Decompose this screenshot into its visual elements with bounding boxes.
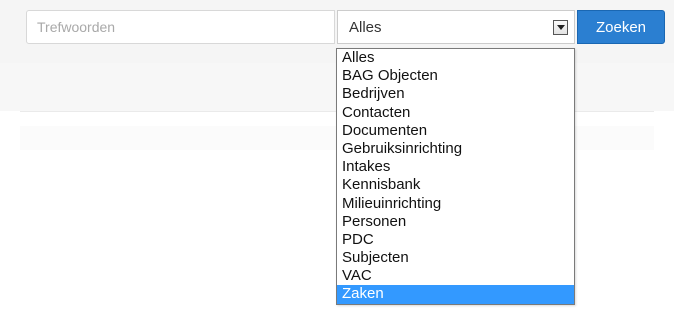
dropdown-option-bag-objecten[interactable]: BAG Objecten: [337, 67, 574, 85]
dropdown-option-subjecten[interactable]: Subjecten: [337, 249, 574, 267]
dropdown-option-alles[interactable]: Alles: [337, 49, 574, 67]
dropdown-option-pdc[interactable]: PDC: [337, 231, 574, 249]
category-dropdown-list: Alles BAG Objecten Bedrijven Contacten D…: [336, 48, 575, 305]
dropdown-option-vac[interactable]: VAC: [337, 267, 574, 285]
search-button[interactable]: Zoeken: [577, 10, 665, 44]
dropdown-option-documenten[interactable]: Documenten: [337, 122, 574, 140]
dropdown-option-gebruiksinrichting[interactable]: Gebruiksinrichting: [337, 140, 574, 158]
dropdown-option-bedrijven[interactable]: Bedrijven: [337, 85, 574, 103]
category-select-value: Alles: [349, 19, 382, 36]
category-select[interactable]: Alles: [337, 10, 575, 44]
chevron-down-icon[interactable]: [553, 20, 568, 35]
dropdown-option-personen[interactable]: Personen: [337, 213, 574, 231]
dropdown-option-milieuinrichting[interactable]: Milieuinrichting: [337, 195, 574, 213]
dropdown-option-kennisbank[interactable]: Kennisbank: [337, 176, 574, 194]
search-input[interactable]: [26, 10, 335, 44]
dropdown-option-intakes[interactable]: Intakes: [337, 158, 574, 176]
dropdown-option-zaken[interactable]: Zaken: [337, 285, 574, 304]
dropdown-option-contacten[interactable]: Contacten: [337, 104, 574, 122]
